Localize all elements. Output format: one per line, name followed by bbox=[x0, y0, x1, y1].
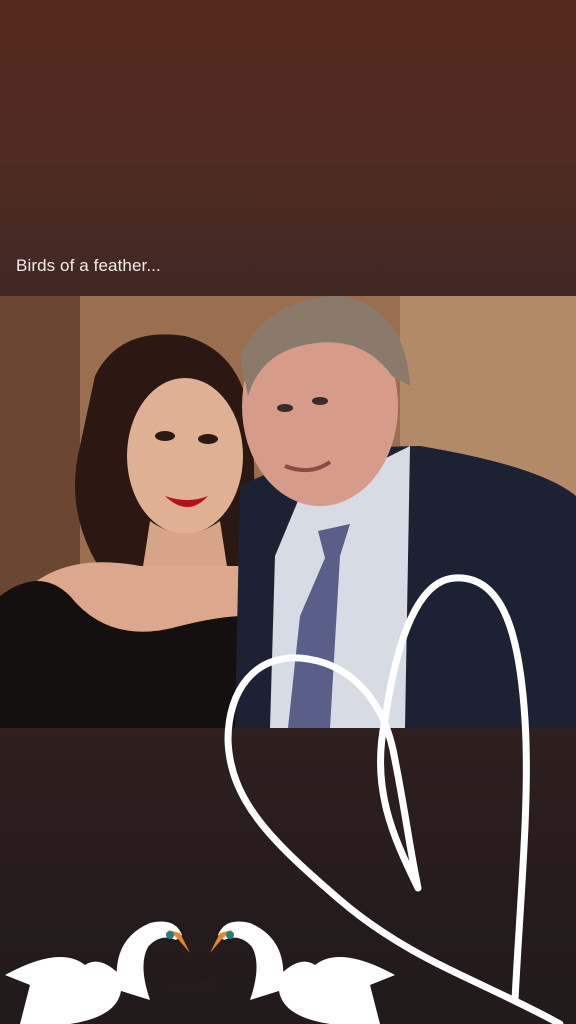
story-photo bbox=[0, 296, 576, 728]
sticker-text: Muuuuahhhh!!! bbox=[161, 980, 228, 991]
story-caption: Birds of a feather... bbox=[16, 256, 161, 275]
kissing-swans-icon bbox=[5, 921, 395, 1024]
photo-illustration bbox=[0, 296, 576, 728]
story-top-background bbox=[0, 0, 576, 296]
